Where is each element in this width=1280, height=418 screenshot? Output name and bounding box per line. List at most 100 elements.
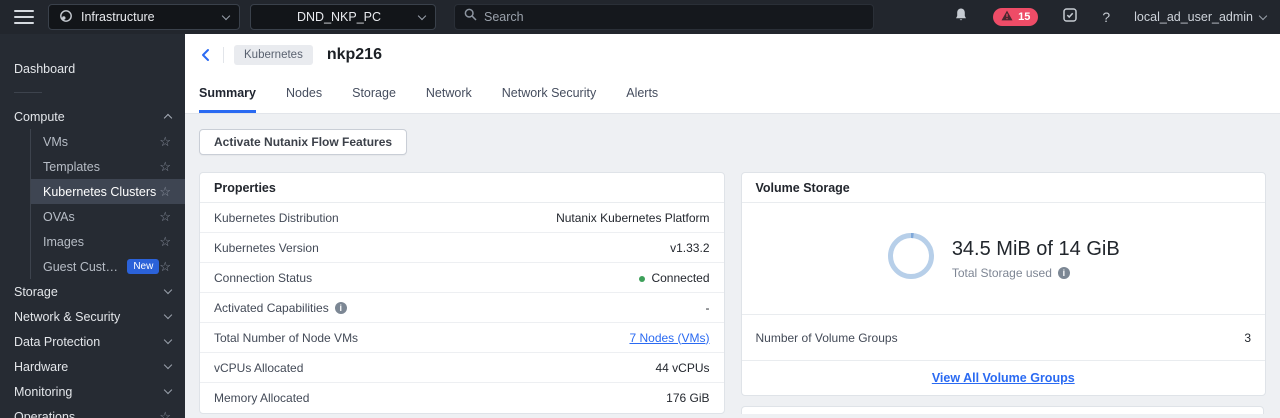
sidebar-item-label: Images <box>43 234 84 249</box>
property-label: Memory Allocated <box>214 391 310 405</box>
page-header: Kubernetes nkp216 Summary Nodes Storage … <box>185 34 1280 114</box>
infrastructure-icon <box>59 9 73 26</box>
tasks-icon[interactable] <box>1062 7 1078 28</box>
star-icon[interactable]: ☆ <box>159 235 171 248</box>
main-content: Kubernetes nkp216 Summary Nodes Storage … <box>185 34 1280 418</box>
tab-alerts[interactable]: Alerts <box>626 77 658 113</box>
global-search[interactable] <box>454 4 874 30</box>
top-bar: Infrastructure DND_NKP_PC 15 ? local_ad_… <box>0 0 1280 34</box>
status-badge: Connected <box>651 270 710 285</box>
storage-usage-value: 34.5 MiB of 14 GiB <box>951 237 1120 260</box>
breadcrumb[interactable]: Kubernetes <box>234 45 313 65</box>
sidebar-item-label: Guest Customiz... <box>43 259 121 274</box>
page-title: nkp216 <box>326 46 382 63</box>
sidebar-item-label: Kubernetes Clusters <box>43 184 157 199</box>
sidebar-section-label: Storage <box>14 284 58 299</box>
sidebar-item-guest-customization[interactable]: Guest Customiz... New ☆ <box>31 254 185 279</box>
sidebar-section-operations[interactable]: Operations ☆ <box>0 404 185 418</box>
table-row: vCPUs Allocated 44 vCPUs <box>200 353 724 383</box>
sidebar-item-label: Templates <box>43 159 100 174</box>
chevron-down-icon <box>163 310 173 320</box>
sidebar-section-label: Compute <box>14 109 65 124</box>
search-input[interactable] <box>484 10 864 24</box>
property-label: vCPUs Allocated <box>214 360 304 375</box>
storage-usage-summary: 34.5 MiB of 14 GiB Total Storage used i <box>741 203 1265 315</box>
sidebar-section-compute[interactable]: Compute <box>0 104 185 129</box>
sidebar-section-network-security[interactable]: Network & Security <box>0 304 185 329</box>
table-row: Kubernetes Version v1.33.2 <box>200 233 724 263</box>
sidebar-item-templates[interactable]: Templates ☆ <box>31 154 185 179</box>
next-widget-card-edge <box>741 406 1264 414</box>
sidebar-section-label: Network & Security <box>14 309 121 324</box>
tab-network-security[interactable]: Network Security <box>502 77 596 113</box>
tab-summary[interactable]: Summary <box>199 77 256 113</box>
star-icon[interactable]: ☆ <box>159 210 171 223</box>
app-switcher-label: Infrastructure <box>81 10 155 24</box>
compute-subitems: VMs ☆ Templates ☆ Kubernetes Clusters ☆ … <box>30 129 185 279</box>
storage-donut-chart <box>887 232 935 285</box>
sidebar-section-storage[interactable]: Storage <box>0 279 185 304</box>
sidebar-nav: Dashboard Compute VMs ☆ Templates ☆ Kube… <box>0 34 185 418</box>
table-row: Total Number of Node VMs 7 Nodes (VMs) <box>200 323 724 353</box>
username-label: local_ad_user_admin <box>1134 10 1253 24</box>
sidebar-item-ovas[interactable]: OVAs ☆ <box>31 204 185 229</box>
property-value: 44 vCPUs <box>655 360 710 375</box>
node-vms-link[interactable]: 7 Nodes (VMs) <box>629 331 709 345</box>
app-switcher-dropdown[interactable]: Infrastructure <box>48 4 240 30</box>
sidebar-item-label: VMs <box>43 134 68 149</box>
property-label: Connection Status <box>214 270 313 285</box>
info-icon[interactable]: i <box>1057 266 1070 279</box>
property-value: Nutanix Kubernetes Platform <box>556 210 710 225</box>
star-icon[interactable]: ☆ <box>159 160 171 173</box>
back-button[interactable] <box>199 47 213 63</box>
sidebar-section-hardware[interactable]: Hardware <box>0 354 185 379</box>
chevron-down-icon <box>163 335 173 345</box>
user-menu[interactable]: local_ad_user_admin <box>1134 10 1268 24</box>
tab-nodes[interactable]: Nodes <box>286 77 322 113</box>
table-row: Number of Volume Groups 3 <box>741 315 1265 361</box>
cluster-selector-label: DND_NKP_PC <box>297 10 382 24</box>
sidebar-section-monitoring[interactable]: Monitoring <box>0 379 185 404</box>
sidebar-item-vms[interactable]: VMs ☆ <box>31 129 185 154</box>
property-value: v1.33.2 <box>670 240 710 255</box>
sidebar-section-label: Monitoring <box>14 384 73 399</box>
alert-count: 15 <box>1018 11 1031 23</box>
sidebar-item-images[interactable]: Images ☆ <box>31 229 185 254</box>
property-label: Total Number of Node VMs <box>214 330 359 345</box>
chevron-down-icon <box>221 11 231 20</box>
tab-bar: Summary Nodes Storage Network Network Se… <box>199 77 658 113</box>
sidebar-section-label: Operations <box>14 409 76 418</box>
notifications-bell-icon[interactable] <box>953 7 969 28</box>
chevron-up-icon <box>163 113 173 123</box>
header-divider <box>223 47 224 63</box>
help-icon[interactable]: ? <box>1102 9 1110 25</box>
cluster-selector-dropdown[interactable]: DND_NKP_PC <box>250 4 436 30</box>
chevron-down-icon <box>163 385 173 395</box>
sidebar-section-data-protection[interactable]: Data Protection <box>0 329 185 354</box>
warning-triangle-icon <box>1001 8 1013 26</box>
properties-card-title: Properties <box>200 173 724 203</box>
chevron-down-icon <box>163 285 173 295</box>
volume-storage-card-title: Volume Storage <box>741 173 1265 203</box>
alerts-badge[interactable]: 15 <box>993 8 1039 26</box>
tab-storage[interactable]: Storage <box>352 77 396 113</box>
sidebar-item-kubernetes-clusters[interactable]: Kubernetes Clusters ☆ <box>31 179 185 204</box>
sidebar-item-label: OVAs <box>43 209 75 224</box>
chevron-down-icon <box>163 360 173 370</box>
connection-status: Connected <box>639 270 710 285</box>
activate-flow-button[interactable]: Activate Nutanix Flow Features <box>199 129 408 155</box>
star-icon[interactable]: ☆ <box>159 185 171 198</box>
star-icon: ☆ <box>159 409 171 418</box>
property-value: - <box>705 300 710 315</box>
view-all-volume-groups-link[interactable]: View All Volume Groups <box>932 371 1075 385</box>
volume-groups-count: 3 <box>1244 330 1251 345</box>
table-row: Memory Allocated 176 GiB <box>200 383 724 413</box>
hamburger-menu-icon[interactable] <box>14 10 34 24</box>
sidebar-item-label: Dashboard <box>14 61 76 76</box>
tab-network[interactable]: Network <box>426 77 472 113</box>
info-icon[interactable]: i <box>334 301 347 314</box>
property-value: 176 GiB <box>666 391 710 405</box>
star-icon[interactable]: ☆ <box>159 135 171 148</box>
star-icon[interactable]: ☆ <box>159 260 171 273</box>
sidebar-item-dashboard[interactable]: Dashboard <box>0 56 185 81</box>
